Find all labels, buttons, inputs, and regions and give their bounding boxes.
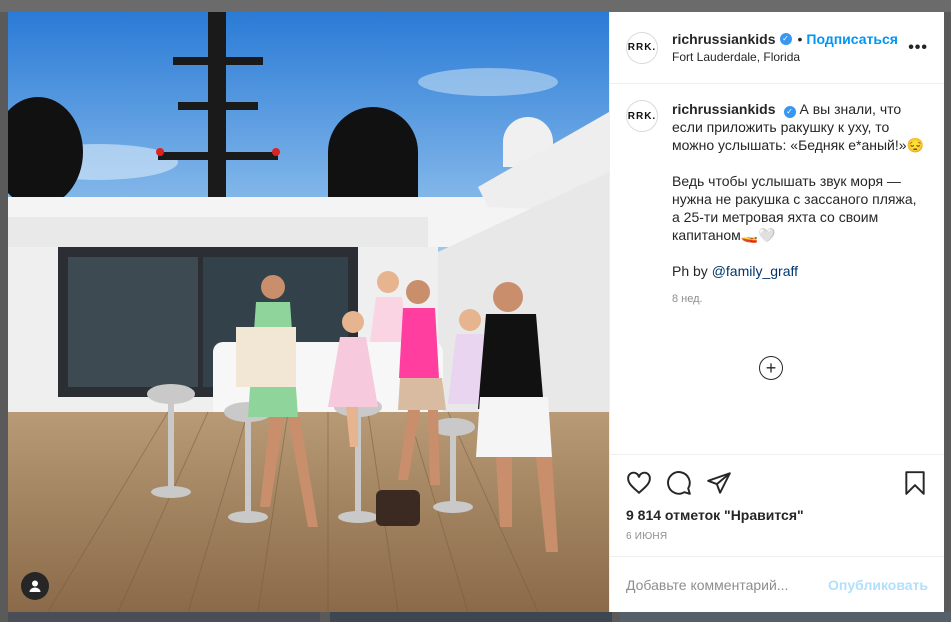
action-icons bbox=[626, 463, 928, 503]
caption-avatar[interactable]: RRK. bbox=[626, 100, 658, 132]
heart-icon[interactable] bbox=[626, 470, 652, 496]
caption-username[interactable]: richrussiankids bbox=[672, 101, 776, 117]
verified-badge-icon: ✓ bbox=[783, 106, 796, 118]
mention-link[interactable]: @family_graff bbox=[712, 263, 798, 279]
caption-row: RRK. richrussiankids ✓ А вы знали, что есл… bbox=[626, 100, 928, 308]
header-text: richrussiankids ✓ • Подписаться Fort Lau… bbox=[672, 31, 908, 64]
post-header: RRK. richrussiankids ✓ • Подписаться For… bbox=[610, 12, 944, 84]
profile-avatar[interactable]: RRK. bbox=[626, 31, 658, 64]
caption-paragraph: richrussiankids ✓ А вы знали, что если при… bbox=[672, 100, 928, 154]
publish-button[interactable]: Опубликовать bbox=[828, 577, 928, 593]
verified-badge-icon: ✓ bbox=[779, 33, 792, 45]
backdrop-top bbox=[0, 0, 951, 12]
more-options-icon[interactable]: ••• bbox=[908, 39, 928, 57]
post-modal: RRK. richrussiankids ✓ • Подписаться For… bbox=[8, 12, 944, 612]
bookmark-icon[interactable] bbox=[902, 470, 928, 496]
caption-paragraph: Ph by @family_graff bbox=[672, 262, 928, 280]
caption-paragraph: Ведь чтобы услышать звук моря — нужна не… bbox=[672, 173, 917, 243]
user-silhouette-icon bbox=[29, 580, 41, 592]
comment-icon[interactable] bbox=[666, 470, 692, 496]
backdrop-post-peek bbox=[330, 612, 612, 622]
post-side-panel: RRK. richrussiankids ✓ • Подписаться For… bbox=[609, 12, 944, 612]
post-actions: 9 814 отметок "Нравится" 6 июня bbox=[610, 454, 944, 542]
add-comment-bar: Добавьте комментарий... Опубликовать bbox=[610, 556, 944, 612]
header-row: richrussiankids ✓ • Подписаться bbox=[672, 31, 908, 47]
author-username[interactable]: richrussiankids bbox=[672, 31, 776, 47]
post-location[interactable]: Fort Lauderdale, Florida bbox=[672, 50, 908, 64]
comments-area: RRK. richrussiankids ✓ А вы знали, что есл… bbox=[610, 84, 944, 454]
separator-dot: • bbox=[797, 31, 803, 47]
post-caption: richrussiankids ✓ А вы знали, что если при… bbox=[672, 100, 928, 308]
post-date[interactable]: 6 июня bbox=[626, 531, 928, 542]
user-tag-icon[interactable] bbox=[21, 572, 49, 600]
paper-plane-icon[interactable] bbox=[706, 470, 732, 496]
backdrop-post-peek bbox=[8, 612, 320, 622]
plus-circle-icon[interactable]: + bbox=[759, 356, 783, 380]
post-photo[interactable] bbox=[8, 12, 609, 612]
caption-time[interactable]: 8 нед. bbox=[672, 290, 928, 308]
yacht-family-photo bbox=[8, 12, 609, 612]
follow-button[interactable]: Подписаться bbox=[806, 31, 898, 47]
backdrop-post-peek bbox=[620, 612, 951, 622]
comment-input[interactable]: Добавьте комментарий... bbox=[626, 577, 828, 593]
likes-count[interactable]: 9 814 отметок "Нравится" bbox=[626, 507, 928, 523]
caption-credit: Ph by bbox=[672, 263, 712, 279]
